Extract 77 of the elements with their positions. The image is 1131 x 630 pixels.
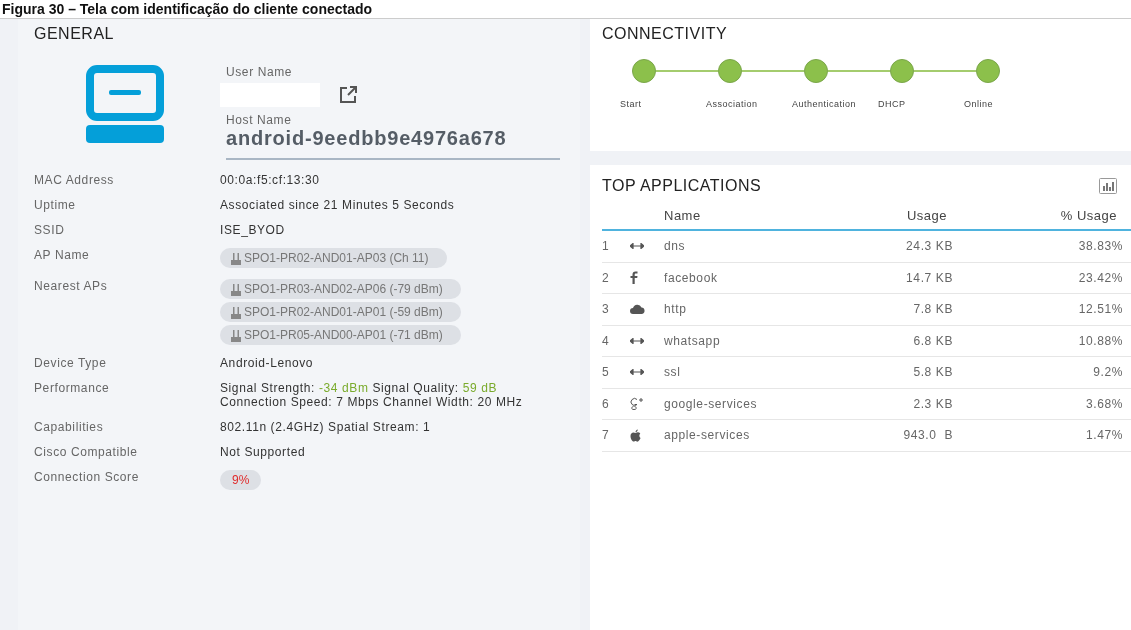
table-cell: 943.0 B (871, 420, 961, 452)
section-title: TOP APPLICATIONS (602, 177, 762, 195)
facebook-icon (630, 271, 638, 285)
score-badge: 9% (220, 470, 262, 490)
field-label: Uptime (34, 198, 77, 212)
table-cell: 6 (602, 388, 630, 420)
access-point-icon (230, 282, 242, 296)
performance-text: Signal Strength: -34 dBm Signal Quality: 59 dB Connection Speed: 7 Mbps Channel Width: 20 MHz (220, 381, 524, 409)
access-point-icon (230, 305, 242, 319)
table-cell: 24.3 KB (871, 231, 961, 263)
field-label: MAC Address (34, 173, 115, 187)
field-label: SSID (34, 223, 66, 237)
column-header: Name (664, 205, 871, 231)
table-cell: 1 (602, 231, 630, 263)
table-cell: 5 (602, 357, 630, 389)
chart-icon[interactable] (1099, 178, 1117, 194)
field-value: 00:0a:f5:cf:13:30 (220, 173, 321, 187)
google-plus-icon (630, 397, 644, 411)
section-title: GENERAL (34, 25, 115, 43)
table-cell: apple-services (664, 420, 871, 452)
access-point-icon (230, 251, 242, 265)
access-point-chip: SPO1-PR02-AND01-AP03 (Ch 11) (220, 248, 447, 268)
field-value: Associated since 21 Minutes 5 Seconds (220, 198, 456, 212)
table-cell: 14.7 KB (871, 262, 961, 294)
field-label: Device Type (34, 356, 108, 370)
table-cell: 3.68% (961, 388, 1131, 420)
section-title: CONNECTIVITY (602, 25, 729, 43)
step-label: Authentication (792, 99, 857, 109)
field-label: Host Name (226, 113, 293, 127)
table-cell: 1.47% (961, 420, 1131, 452)
computer-icon (86, 65, 164, 143)
step-label: Online (964, 99, 993, 109)
external-link-icon[interactable] (338, 85, 358, 105)
double-arrow-icon (630, 369, 644, 376)
field-value: Not Supported (220, 445, 307, 459)
field-label: Cisco Compatible (34, 445, 139, 459)
table-cell: 23.42% (961, 262, 1131, 294)
field-label: Connection Score (34, 470, 140, 484)
table-cell: 7 (602, 420, 630, 452)
double-arrow-icon (630, 337, 644, 344)
field-value: ISE_BYOD (220, 223, 286, 237)
table-cell: whatsapp (664, 325, 871, 357)
table-cell: 2.3 KB (871, 388, 961, 420)
field-label: User Name (226, 65, 294, 79)
field-label: Performance (34, 381, 111, 395)
table-cell: 6.8 KB (871, 325, 961, 357)
table-cell: dns (664, 231, 871, 263)
double-arrow-icon (630, 243, 644, 250)
access-point-chip: SPO1-PR05-AND00-AP01 (-71 dBm) (220, 325, 461, 345)
table-cell: 7.8 KB (871, 294, 961, 326)
field-value: 802.11n (2.4GHz) Spatial Stream: 1 (220, 420, 432, 434)
table-cell: facebook (664, 262, 871, 294)
table-cell: 9.2% (961, 357, 1131, 389)
host-name: android-9eedbb9e4976a678 (226, 127, 508, 150)
table-cell: 12.51% (961, 294, 1131, 326)
access-point-chip: SPO1-PR03-AND02-AP06 (-79 dBm) (220, 279, 461, 299)
table-cell: 5.8 KB (871, 357, 961, 389)
field-label: AP Name (34, 248, 91, 262)
table-cell: 2 (602, 262, 630, 294)
access-point-chip: SPO1-PR02-AND01-AP01 (-59 dBm) (220, 302, 461, 322)
table-cell: http (664, 294, 871, 326)
access-point-icon (230, 328, 242, 342)
step-label: Association (706, 99, 758, 109)
apple-icon (630, 428, 641, 442)
field-label: Nearest APs (34, 279, 109, 293)
column-header: % Usage (961, 205, 1131, 231)
table-cell: google-services (664, 388, 871, 420)
table-cell: 38.83% (961, 231, 1131, 263)
column-header: Usage (871, 205, 961, 231)
table-cell: 10.88% (961, 325, 1131, 357)
step-label: DHCP (878, 99, 906, 109)
field-label: Capabilities (34, 420, 105, 434)
table-cell: 4 (602, 325, 630, 357)
field-value: Android-Lenovo (220, 356, 315, 370)
cloud-icon (630, 304, 645, 315)
step-label: Start (620, 99, 642, 109)
table-cell: ssl (664, 357, 871, 389)
